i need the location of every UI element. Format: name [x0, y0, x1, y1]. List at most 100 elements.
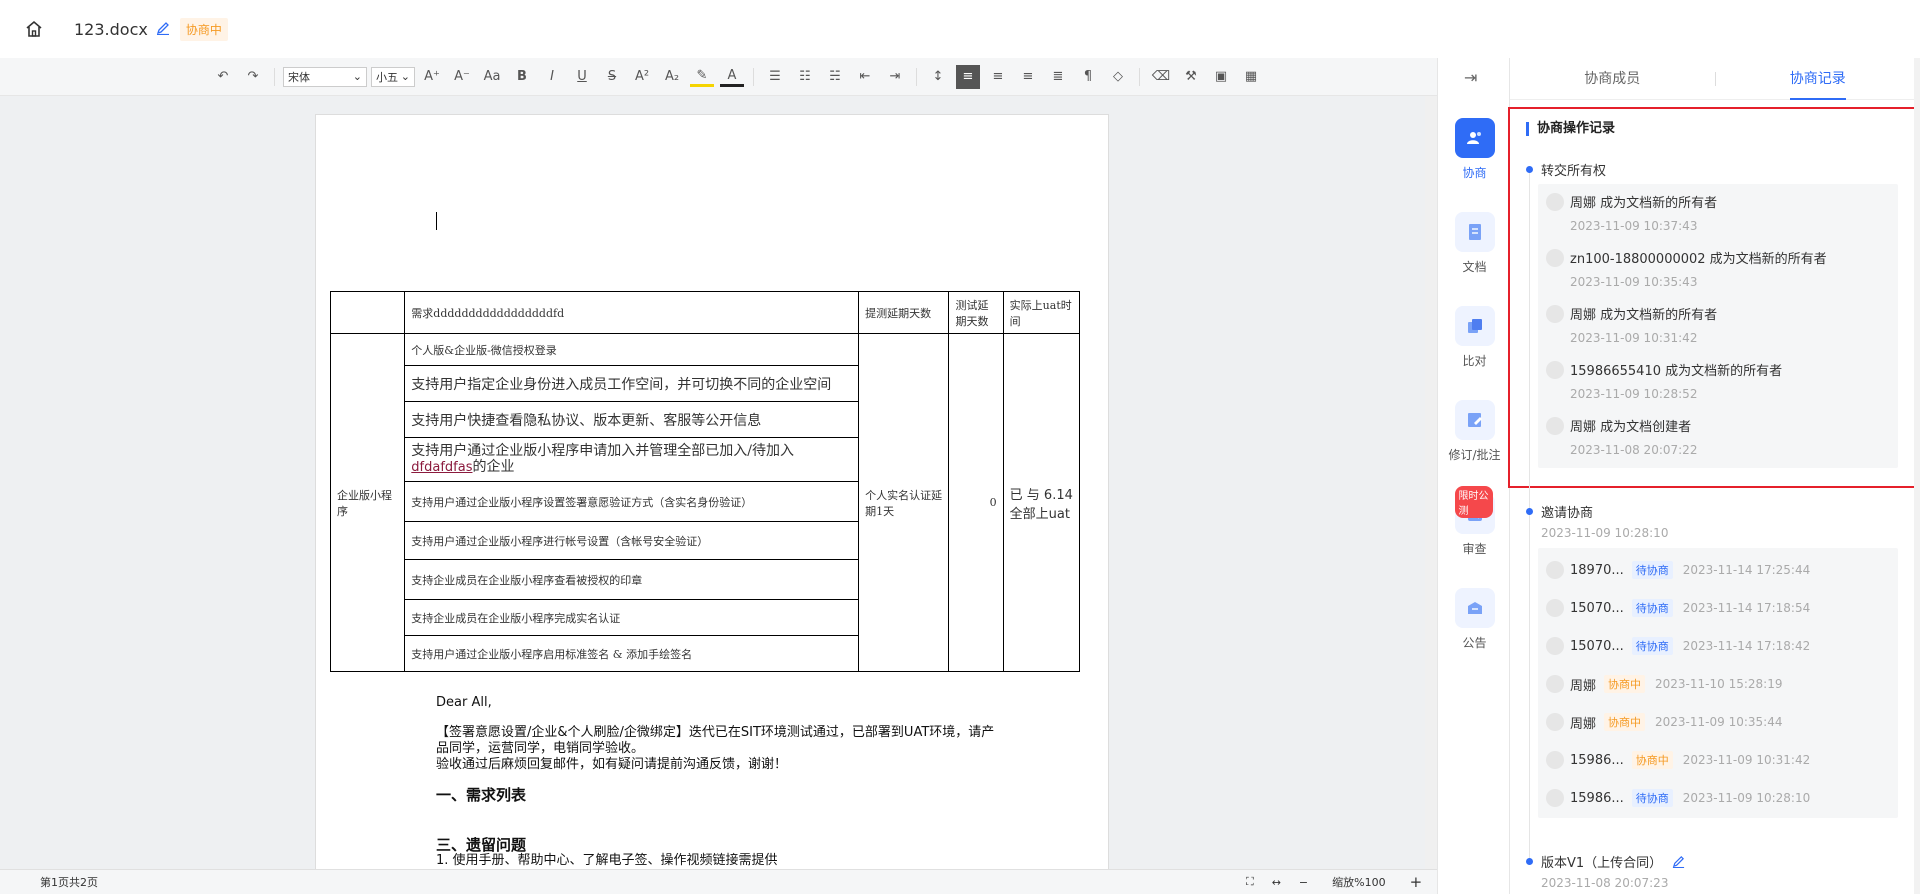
nav-item-document[interactable]: 文档: [1438, 212, 1511, 275]
font-family-select[interactable]: 宋体 ⌄: [283, 66, 367, 87]
table-cell: 支持用户通过企业版小程序进行帐号设置（含帐号安全验证）: [404, 521, 860, 560]
tab-members[interactable]: 协商成员: [1510, 58, 1715, 100]
italic-icon[interactable]: I: [540, 65, 564, 89]
align-center-icon[interactable]: ≡: [986, 65, 1010, 89]
eraser-icon[interactable]: ⌫: [1149, 65, 1173, 89]
highlight-icon[interactable]: ✎: [690, 67, 714, 87]
item-link[interactable]: dfdafdfas: [411, 460, 472, 475]
record-time: 2023-11-09 10:37:43: [1570, 219, 1698, 233]
group-title: 版本V1（上传合同）: [1541, 856, 1663, 871]
edit-version-icon[interactable]: [1672, 855, 1685, 868]
collapse-panel-icon[interactable]: ⇥: [1464, 68, 1477, 87]
font-family-value: 宋体: [288, 70, 310, 84]
document-page[interactable]: 需求dddddddddddddddddfd 提测延期天数 测试延期天数 实际上u…: [315, 114, 1109, 869]
test-delay-cell: 0: [948, 333, 1004, 672]
document-filename: 123.docx: [74, 19, 148, 39]
line-spacing-icon[interactable]: ↕: [926, 65, 950, 89]
avatar: [1546, 789, 1564, 807]
avatar: [1546, 360, 1564, 379]
group-transfer: 转交所有权: [1526, 160, 1606, 179]
fill-color-icon[interactable]: ◇: [1106, 65, 1130, 89]
fit-width-icon[interactable]: ↔: [1272, 876, 1281, 889]
invitee-name: 18970...: [1570, 562, 1624, 578]
table-cell: 支持企业成员在企业版小程序完成实名认证: [404, 599, 860, 636]
insert-image-icon[interactable]: ▣: [1209, 65, 1233, 89]
record-text: 周娜 成为文档新的所有者: [1570, 196, 1718, 211]
group-title: 转交所有权: [1541, 164, 1607, 179]
decrease-font-icon[interactable]: A⁻: [450, 65, 474, 89]
nav-item-compare[interactable]: 比对: [1438, 306, 1511, 369]
multilevel-list-icon[interactable]: ☵: [823, 65, 847, 89]
list-item: 15070... 待协商 2023-11-14 17:18:54: [1546, 598, 1810, 618]
list-item: 18970... 待协商 2023-11-14 17:25:44: [1546, 560, 1810, 580]
nav-item-notice[interactable]: 公告: [1438, 588, 1511, 651]
insert-table-icon[interactable]: ▦: [1239, 65, 1263, 89]
change-case-icon[interactable]: Aa: [480, 65, 504, 89]
fit-page-icon[interactable]: ⛶: [1246, 875, 1254, 889]
nav-item-review[interactable]: 限时公测 审查: [1438, 486, 1511, 557]
invite-status-tag: 协商中: [1604, 675, 1646, 693]
negotiation-icon: [1454, 118, 1495, 158]
avatar: [1546, 751, 1564, 769]
panel-tabs: 协商成员 协商记录: [1510, 58, 1920, 100]
align-right-icon[interactable]: ≡: [1016, 65, 1040, 89]
table-cell: 测试延期天数: [948, 291, 1004, 334]
format-painter-icon[interactable]: ⚒: [1179, 65, 1203, 89]
document-icon: [1454, 212, 1495, 252]
paragraph-mark-icon[interactable]: ¶: [1076, 65, 1100, 89]
requirements-table: 需求dddddddddddddddddfd 提测延期天数 测试延期天数 实际上u…: [329, 291, 1081, 672]
record-time: 2023-11-09 10:28:52: [1570, 387, 1698, 401]
bullet-list-icon[interactable]: ☰: [763, 65, 787, 89]
increase-font-icon[interactable]: A⁺: [420, 65, 444, 89]
panel-scrollbar[interactable]: [1914, 58, 1920, 894]
section-title: 协商操作记录: [1526, 122, 1615, 136]
font-size-select[interactable]: 小五 ⌄: [371, 66, 415, 87]
record-text: 周娜 成为文档创建者: [1570, 420, 1692, 435]
document-body: Dear All, 【签署意愿设置/企业&个人刷脸/企微绑定】迭代已在SIT环境…: [436, 695, 996, 869]
document-scrollbar[interactable]: [1425, 96, 1437, 869]
numbered-list-icon[interactable]: ☷: [793, 65, 817, 89]
outdent-icon[interactable]: ⇤: [853, 65, 877, 89]
zoom-in-icon[interactable]: +: [1410, 873, 1423, 891]
paragraph: 验收通过后麻烦回复邮件，如有疑问请提前沟通反馈，谢谢！: [436, 757, 788, 772]
promo-badge: 限时公测: [1454, 486, 1493, 518]
record-time: 2023-11-08 20:07:22: [1570, 443, 1698, 457]
align-left-icon[interactable]: ≡: [956, 64, 980, 89]
zoom-out-icon[interactable]: −: [1299, 876, 1308, 889]
nav-item-negotiation[interactable]: 协商: [1438, 118, 1511, 181]
table-cell: 需求dddddddddddddddddfd: [404, 291, 860, 334]
avatar: [1546, 675, 1564, 693]
avatar: [1546, 637, 1564, 655]
invite-time: 2023-11-10 15:28:19: [1655, 677, 1783, 691]
chevron-down-icon: ⌄: [352, 70, 362, 83]
list-item: 15986... 待协商 2023-11-09 10:28:10: [1546, 788, 1810, 808]
invite-time: 2023-11-14 17:18:54: [1682, 601, 1811, 615]
tab-records[interactable]: 协商记录: [1716, 58, 1920, 100]
justify-icon[interactable]: ≣: [1046, 65, 1070, 89]
indent-icon[interactable]: ⇥: [883, 65, 907, 89]
item-suffix: 的企业: [472, 459, 515, 475]
strikethrough-icon[interactable]: S: [600, 65, 624, 89]
bold-icon[interactable]: B: [510, 65, 534, 89]
group-invite: 邀请协商: [1526, 502, 1593, 521]
font-color-icon[interactable]: A: [720, 67, 744, 87]
zoom-level: 缩放%100: [1332, 876, 1386, 889]
subscript-icon[interactable]: A₂: [660, 65, 684, 89]
status-bar: 第1页共2页 ⛶ ↔ − 缩放%100 +: [0, 869, 1437, 894]
document-canvas[interactable]: 需求dddddddddddddddddfd 提测延期天数 测试延期天数 实际上u…: [0, 96, 1437, 869]
invitee-name: 15986...: [1570, 790, 1624, 806]
redo-icon[interactable]: ↷: [241, 65, 265, 89]
nav-item-revision[interactable]: 修订/批注: [1438, 400, 1511, 463]
underline-icon[interactable]: U: [570, 65, 594, 89]
home-icon[interactable]: [24, 19, 44, 39]
invite-time: 2023-11-14 17:25:44: [1682, 563, 1811, 577]
table-cell: [329, 291, 406, 334]
toolbar-divider: [274, 67, 275, 86]
avatar: [1546, 561, 1564, 579]
list-item: 周娜 协商中 2023-11-10 15:28:19: [1546, 674, 1782, 694]
superscript-icon[interactable]: A²: [630, 65, 654, 89]
invite-time: 2023-11-14 17:18:42: [1682, 639, 1811, 653]
edit-filename-icon[interactable]: [156, 21, 172, 37]
undo-icon[interactable]: ↶: [211, 65, 235, 89]
invitee-name: 15070...: [1570, 638, 1624, 654]
